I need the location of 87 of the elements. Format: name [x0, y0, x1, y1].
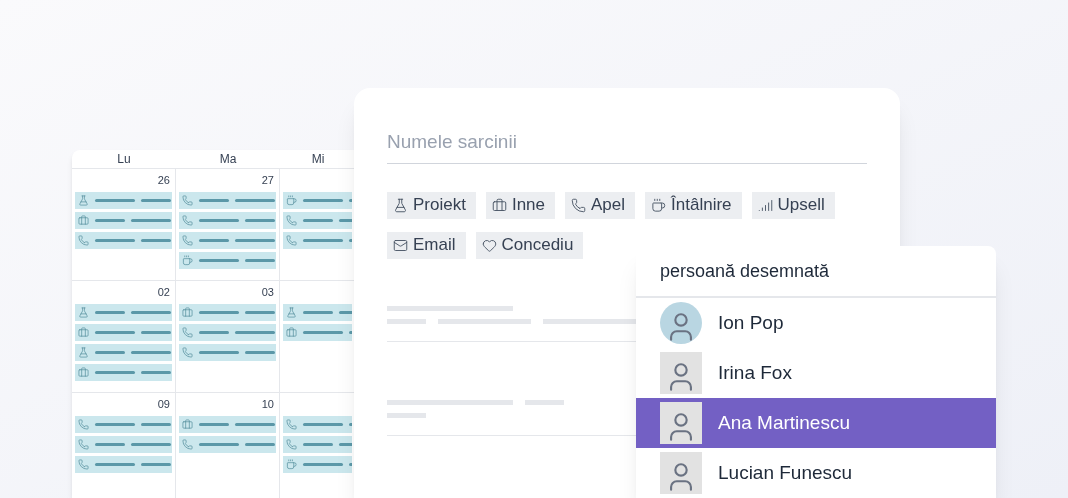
calendar-event[interactable]: [179, 416, 276, 433]
phone-icon: [78, 459, 89, 470]
cup-icon: [286, 459, 297, 470]
briefcase-icon: [78, 215, 89, 226]
calendar-event[interactable]: [75, 456, 172, 473]
flask-icon: [78, 195, 89, 206]
cup-icon: [651, 197, 667, 213]
phone-icon: [78, 439, 89, 450]
phone-icon: [182, 347, 193, 358]
tag-chip[interactable]: Upsell: [751, 191, 835, 219]
calendar-event[interactable]: [75, 304, 172, 321]
weekday-label: Ma: [218, 151, 238, 168]
calendar-event[interactable]: [283, 192, 352, 209]
calendar-event[interactable]: [179, 252, 276, 269]
calendar-event[interactable]: [283, 416, 352, 433]
phone-icon: [286, 439, 297, 450]
phone-icon: [286, 419, 297, 430]
task-name-field[interactable]: Numele sarcinii: [387, 128, 867, 164]
calendar-event[interactable]: [283, 324, 352, 341]
phone-icon: [78, 419, 89, 430]
person-option[interactable]: Irina Fox: [636, 348, 996, 398]
flask-icon: [78, 347, 89, 358]
phone-icon: [78, 235, 89, 246]
date-number: 02: [157, 285, 170, 300]
briefcase-icon: [78, 367, 89, 378]
mail-icon: [393, 237, 408, 253]
calendar-event[interactable]: [179, 304, 276, 321]
signal-bars-icon: [757, 197, 773, 213]
dropdown-title: persoană desemnată: [660, 259, 830, 283]
heart-icon: [481, 237, 497, 253]
calendar-event[interactable]: [75, 212, 172, 229]
calendar-event[interactable]: [179, 344, 276, 361]
calendar-event[interactable]: [75, 192, 172, 209]
phone-icon: [182, 235, 193, 246]
briefcase-icon: [182, 419, 193, 430]
weekday-label: Mi: [310, 151, 326, 168]
phone-icon: [182, 327, 193, 338]
phone-icon: [182, 195, 193, 206]
person-option[interactable]: Ana Martinescu: [636, 398, 996, 448]
phone-icon: [182, 215, 193, 226]
phone-icon: [286, 235, 297, 246]
date-number: 03: [261, 285, 274, 300]
tag-chip[interactable]: Proiekt: [387, 191, 476, 219]
flask-icon: [286, 307, 297, 318]
briefcase-icon: [286, 327, 297, 338]
person-name: Ion Pop: [718, 310, 784, 335]
person-option[interactable]: Ion Pop: [636, 298, 996, 348]
weekday-label: Lu: [116, 151, 132, 168]
calendar-event[interactable]: [179, 232, 276, 249]
briefcase-icon: [78, 327, 89, 338]
calendar-event[interactable]: [179, 192, 276, 209]
cup-icon: [286, 195, 297, 206]
calendar-event[interactable]: [75, 344, 172, 361]
calendar-event[interactable]: [75, 232, 172, 249]
calendar-event[interactable]: [283, 304, 352, 321]
tag-chip[interactable]: Întâlnire: [645, 191, 742, 219]
calendar-event[interactable]: [283, 456, 352, 473]
briefcase-icon: [491, 197, 507, 213]
tag-chip[interactable]: Apel: [565, 191, 636, 219]
person-option[interactable]: Lucian Funescu: [636, 448, 996, 498]
date-number: 09: [157, 397, 170, 412]
phone-icon: [286, 215, 297, 226]
calendar-event[interactable]: [75, 324, 172, 341]
phone-icon: [182, 439, 193, 450]
date-number: 26: [157, 173, 170, 188]
date-number: 10: [261, 397, 274, 412]
calendar-event[interactable]: [75, 416, 172, 433]
calendar-event[interactable]: [179, 212, 276, 229]
tag-chip[interactable]: Concediu: [475, 231, 584, 259]
tag-chip[interactable]: Inne: [485, 191, 555, 219]
calendar-event[interactable]: [283, 232, 352, 249]
flask-icon: [78, 307, 89, 318]
person-name: Lucian Funescu: [718, 460, 853, 485]
calendar-event[interactable]: [283, 212, 352, 229]
person-name: Irina Fox: [718, 360, 792, 385]
cup-icon: [182, 255, 193, 266]
briefcase-icon: [182, 307, 193, 318]
person-name: Ana Martinescu: [718, 410, 850, 435]
calendar-event[interactable]: [179, 324, 276, 341]
calendar-event[interactable]: [75, 436, 172, 453]
calendar-event[interactable]: [283, 436, 352, 453]
calendar-event[interactable]: [75, 364, 172, 381]
calendar-event[interactable]: [179, 436, 276, 453]
flask-icon: [393, 197, 408, 213]
tag-chip[interactable]: Email: [387, 231, 466, 259]
phone-icon: [571, 197, 586, 213]
date-number: 27: [261, 173, 274, 188]
